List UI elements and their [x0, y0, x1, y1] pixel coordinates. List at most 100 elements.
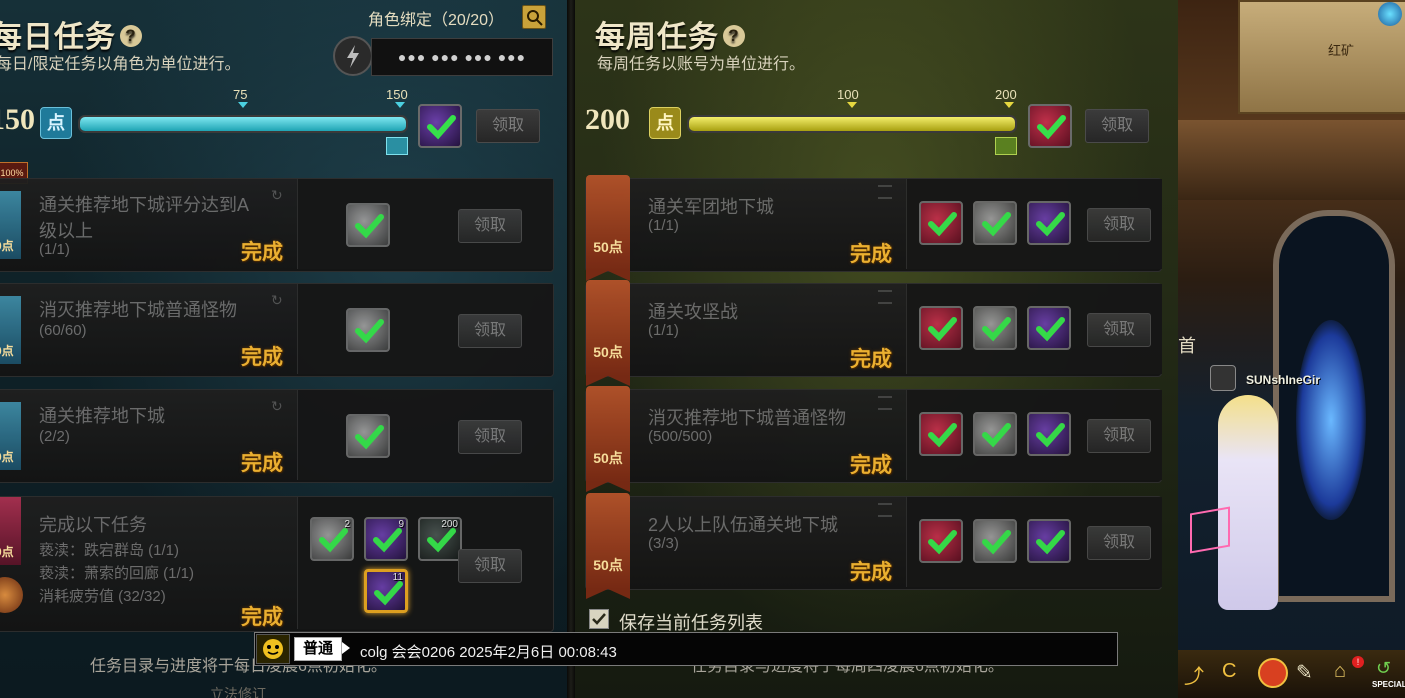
reward-icon: 200: [418, 517, 462, 561]
claim-button[interactable]: 领取: [458, 209, 522, 243]
dungeon-icon: 50点: [586, 493, 630, 599]
toolbar-icon-3[interactable]: [1258, 658, 1288, 688]
reward-icon: [919, 519, 963, 563]
task-status: 完成: [850, 454, 892, 477]
progress-mark-100: 100: [837, 87, 859, 102]
reward-icon-selected[interactable]: 11: [364, 569, 408, 613]
task-status: 完成: [850, 348, 892, 371]
refresh-icon[interactable]: ↻: [271, 187, 283, 203]
help-icon[interactable]: ?: [120, 25, 142, 47]
task-status: 完成: [241, 241, 283, 264]
task-status: 完成: [850, 243, 892, 266]
progress-mark-150: 150: [386, 87, 408, 102]
refresh-icon[interactable]: ↺: [1376, 658, 1391, 679]
help-icon[interactable]: ?: [723, 25, 745, 47]
daily-task-row: 60点 完成以下任务 亵渎：跌宕群岛 (1/1) 亵渎：萧索的回廊 (1/1) …: [0, 496, 554, 632]
weekly-subtitle: 每周任务以账号为单位进行。: [597, 56, 806, 73]
daily-task-row: 30点 通关推荐地下城评分达到A 级以上 (1/1) 完成 ↻ 领取: [0, 178, 554, 272]
claim-button[interactable]: 领取: [1087, 526, 1151, 560]
task-title: 完成以下任务: [39, 515, 147, 535]
game-scene: 红矿 首 SUNshInеGir ⤴ C ✎ ⌂ ! ↺ SPECIAL: [1178, 0, 1405, 698]
claim-button[interactable]: 领取: [1087, 313, 1151, 347]
progress-mark-200: 200: [995, 87, 1017, 102]
reward-icon: [919, 201, 963, 245]
pink-effect: [1190, 506, 1230, 554]
menu-icon[interactable]: [878, 185, 892, 199]
reward-icon: [1027, 519, 1071, 563]
password-field[interactable]: ●●● ●●● ●●● ●●●: [371, 38, 553, 76]
claim-button[interactable]: 领取: [1087, 419, 1151, 453]
toolbar-icon-4[interactable]: ✎: [1296, 660, 1313, 685]
task-progress: (1/1): [648, 322, 679, 339]
side-char: 首: [1178, 336, 1196, 356]
task-progress: (500/500): [648, 428, 713, 445]
toolbar-icon-2[interactable]: C: [1222, 660, 1236, 683]
gear-icon: [0, 577, 23, 613]
reward-check-icon: [418, 104, 462, 148]
chat-channel-selector[interactable]: 普通: [294, 637, 342, 661]
task-type-icon: 60点: [0, 497, 21, 565]
task-status: 完成: [241, 452, 283, 475]
mark-arrow: [238, 102, 248, 108]
reward-icon: [346, 308, 390, 352]
reward-icon: [919, 412, 963, 456]
daily-progress-bar: [78, 115, 408, 133]
daily-task-row: 30点 通关推荐地下城 (2/2) 完成 ↻ 领取: [0, 389, 554, 483]
task-title: 通关攻坚战: [648, 302, 738, 322]
reward-icon: [973, 519, 1017, 563]
refresh-icon[interactable]: ↻: [271, 292, 283, 309]
subtask-1: 亵渎：跌宕群岛 (1/1): [39, 542, 180, 559]
task-progress: (3/3): [648, 535, 679, 552]
refresh-icon[interactable]: ↻: [271, 398, 283, 415]
claim-button[interactable]: 领取: [458, 314, 522, 348]
task-progress: (1/1): [648, 217, 679, 234]
claim-button[interactable]: 领取: [1087, 208, 1151, 242]
panel-divider: [567, 0, 575, 698]
chest-icon: [386, 137, 408, 155]
weekly-task-row: 50点 通关攻坚战 (1/1) 完成 领取: [585, 280, 1162, 386]
blue-portal: [1296, 320, 1366, 520]
reward-check-icon: [1028, 104, 1072, 148]
reward-icon: [973, 201, 1017, 245]
special-label: SPECIAL: [1372, 680, 1405, 689]
weekly-total-claim-button[interactable]: 领取: [1085, 109, 1149, 143]
home-icon[interactable]: ⌂: [1334, 660, 1346, 683]
weekly-points: 200: [585, 103, 630, 136]
globe-icon[interactable]: [1378, 2, 1402, 26]
weekly-progress-bar: [687, 115, 1017, 133]
player-character[interactable]: [1218, 395, 1278, 610]
weekly-progress-fill: [689, 117, 1015, 131]
menu-icon[interactable]: [878, 503, 892, 517]
reward-icon: 2: [310, 517, 354, 561]
menu-icon[interactable]: [878, 396, 892, 410]
chat-input-text[interactable]: colg 会会0206 2025年2月6日 00:08:43: [360, 641, 617, 662]
task-type-icon: 30点: [0, 402, 21, 470]
search-icon[interactable]: [522, 5, 546, 29]
dungeon-icon: 50点: [586, 175, 630, 281]
subtask-2: 亵渎：萧索的回廊 (1/1): [39, 565, 195, 582]
daily-subtitle: 每日/限定任务以角色为单位进行。: [0, 56, 241, 73]
subtask-3: 消耗疲劳值 (32/32): [39, 588, 166, 605]
task-title: 通关推荐地下城评分达到A: [39, 195, 250, 215]
menu-icon[interactable]: [878, 290, 892, 304]
reward-icon: [1027, 412, 1071, 456]
save-list-checkbox[interactable]: [589, 609, 609, 629]
daily-footer-2: 立法修订: [210, 686, 266, 698]
player-name: SUNshInеGir: [1246, 373, 1321, 387]
task-status: 完成: [850, 561, 892, 584]
reward-icon: [919, 306, 963, 350]
task-progress: (2/2): [39, 428, 70, 445]
daily-progress-fill: [80, 117, 406, 131]
toolbar-icon-1[interactable]: ⤴: [1184, 660, 1204, 689]
task-title: 消灭推荐地下城普通怪物: [648, 408, 846, 428]
claim-button[interactable]: 领取: [458, 549, 522, 583]
emoji-icon[interactable]: [256, 634, 290, 664]
lightning-icon: [333, 36, 373, 76]
claim-button[interactable]: 领取: [458, 420, 522, 454]
daily-points: 150: [0, 103, 35, 136]
task-title-line2: 级以上: [39, 221, 93, 241]
daily-total-claim-button[interactable]: 领取: [476, 109, 540, 143]
reward-icon: [1027, 306, 1071, 350]
bind-label: 角色绑定（20/20）: [368, 12, 505, 29]
reward-icon: [1027, 201, 1071, 245]
